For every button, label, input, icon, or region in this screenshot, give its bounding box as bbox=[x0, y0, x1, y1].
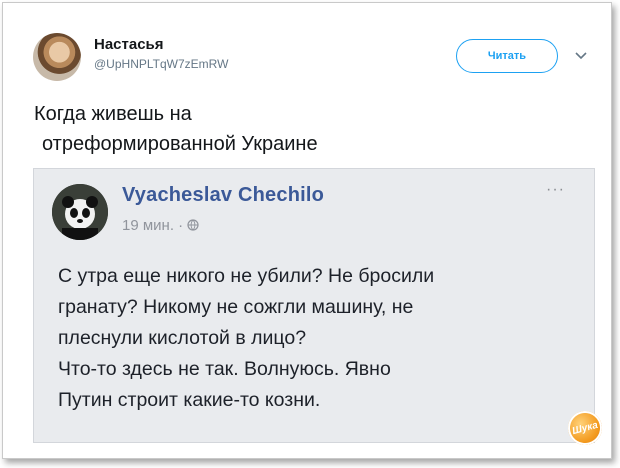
tweet-text-line-1: Когда живешь на bbox=[34, 103, 192, 125]
tweet-text-line-2: отреформированной Украине bbox=[42, 133, 318, 155]
meta-separator: · bbox=[178, 217, 184, 234]
author-handle[interactable]: @UpHNPLTqW7zEmRW bbox=[94, 57, 228, 71]
globe-icon bbox=[187, 219, 199, 231]
embedded-post-line: Что-то здесь не так. Волнуюсь. Явно bbox=[58, 358, 391, 380]
embedded-post-time[interactable]: 19 мин. bbox=[122, 217, 174, 234]
embedded-post-body: С утра еще никого не убили? Не бросили г… bbox=[58, 261, 578, 416]
embedded-post-line: гранату? Никому не сожгли машину, не bbox=[58, 296, 414, 318]
avatar[interactable] bbox=[33, 33, 81, 81]
chevron-down-icon[interactable] bbox=[573, 47, 589, 63]
tweet-text: Когда живешь на отреформированной Украин… bbox=[34, 99, 318, 159]
embedded-post-avatar[interactable] bbox=[52, 184, 108, 240]
follow-button[interactable]: Читать bbox=[456, 39, 558, 73]
more-options-button[interactable]: ··· bbox=[546, 181, 565, 199]
embedded-post-meta: 19 мин. · bbox=[122, 217, 199, 234]
tweet-card: Настасья @UpHNPLTqW7zEmRW Читать Когда ж… bbox=[2, 2, 612, 459]
embedded-post-line: Путин строит какие-то козни. bbox=[58, 389, 321, 411]
embedded-post-line: плеснули кислотой в лицо? bbox=[58, 327, 307, 349]
embedded-post-author[interactable]: Vyacheslav Chechilo bbox=[122, 184, 324, 207]
embedded-post-line: С утра еще никого не убили? Не бросили bbox=[58, 265, 435, 287]
embedded-post: Vyacheslav Chechilo 19 мин. · ··· С утра… bbox=[33, 168, 595, 443]
panda-avatar-image bbox=[52, 184, 108, 240]
author-name[interactable]: Настасья bbox=[94, 36, 164, 53]
